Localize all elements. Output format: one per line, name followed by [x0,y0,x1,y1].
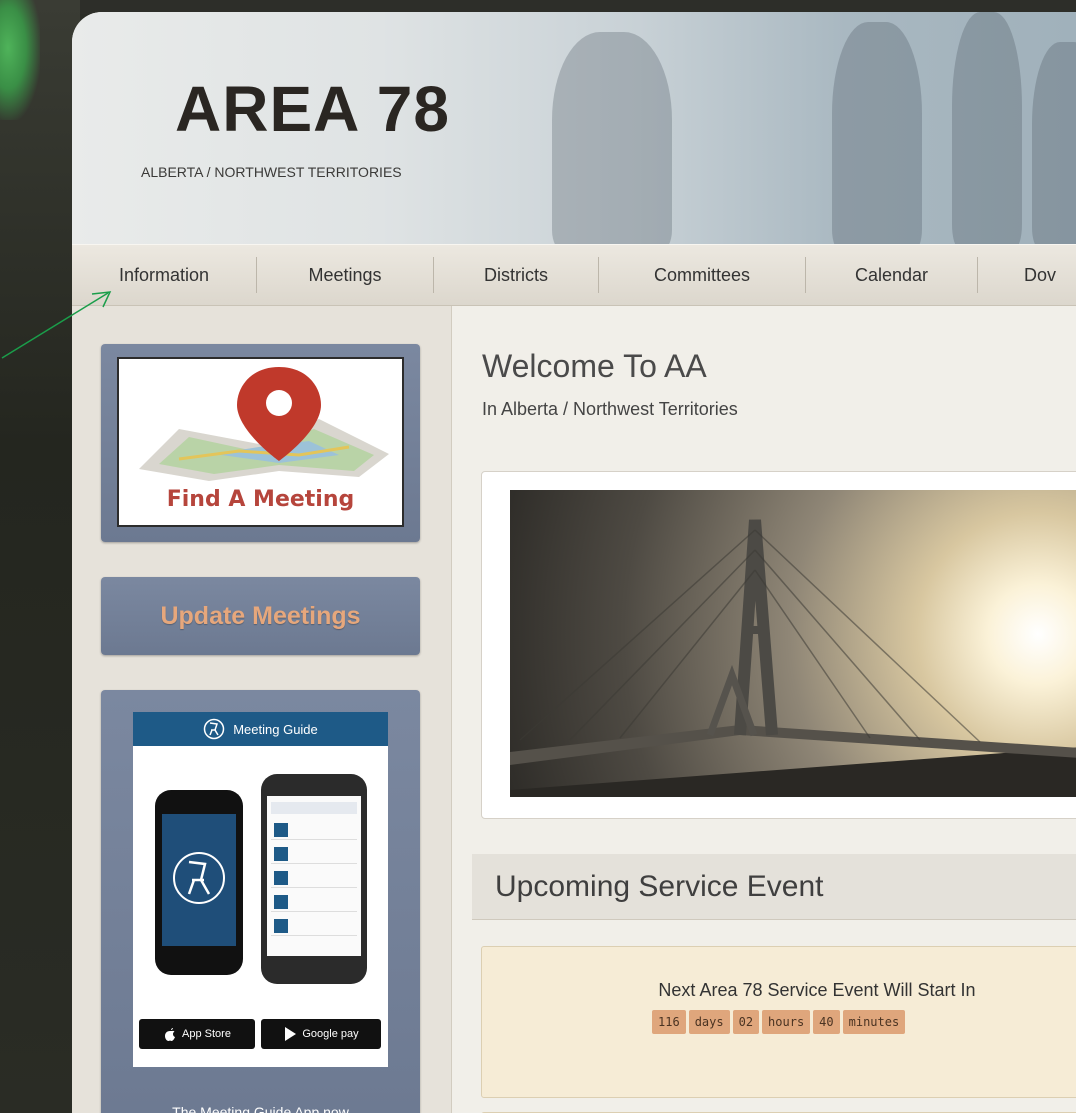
page-container: AREA 78 ALBERTA / NORTHWEST TERRITORIES … [72,12,1076,1113]
countdown-hours: 02 [732,1010,760,1034]
meeting-guide-title: Meeting Guide [233,721,318,737]
android-phone-image [261,774,367,984]
bridge-hero-image [510,490,1076,797]
meeting-guide-ad[interactable]: Meeting Guide App Store Google pay [133,712,388,1067]
folding-chair-icon [173,852,225,904]
background-left [0,0,80,1113]
apple-icon [165,1028,176,1041]
play-icon [285,1027,297,1041]
service-event-text: Next Area 78 Service Event Will Start In [658,980,976,1000]
meeting-guide-caption: The Meeting Guide App now [172,1104,349,1113]
nav-downloads[interactable]: Dov [978,257,1076,293]
header-silhouette [552,32,672,252]
upcoming-section-header: Upcoming Service Event [472,854,1076,920]
iphone-image [155,790,243,975]
find-meeting-widget[interactable]: Find A Meeting [101,344,420,542]
sidebar: Find A Meeting Update Meetings Meeting G… [72,306,452,1113]
meeting-guide-header: Meeting Guide [133,712,388,746]
countdown-minutes-label: minutes [842,1010,906,1034]
countdown-hours-label: hours [762,1010,811,1034]
google-play-label: Google pay [302,1028,359,1040]
countdown-days: 116 [652,1010,686,1034]
find-meeting-banner[interactable]: Find A Meeting [117,357,404,527]
main-nav: Information Meetings Districts Committee… [72,244,1076,306]
nav-calendar[interactable]: Calendar [806,257,978,293]
background-green-shape [0,0,40,120]
service-event-box: Next Area 78 Service Event Will Start In… [481,946,1076,1098]
upcoming-title: Upcoming Service Event [495,869,824,903]
nav-districts[interactable]: Districts [434,257,599,293]
header-silhouette [832,22,922,252]
find-meeting-label[interactable]: Find A Meeting [119,487,402,512]
header-silhouette [952,12,1022,248]
header-silhouette [1032,42,1076,248]
welcome-title: Welcome To AA [482,348,707,384]
site-title[interactable]: AREA 78 [175,72,450,146]
app-store-label: App Store [182,1028,231,1040]
map-pin-icon [139,367,389,481]
nav-meetings[interactable]: Meetings [257,257,434,293]
welcome-subtitle: In Alberta / Northwest Territories [482,399,738,419]
app-store-badge[interactable]: App Store [139,1019,255,1049]
countdown-days-label: days [688,1010,730,1034]
bridge-illustration [510,519,1076,797]
countdown-minutes: 40 [813,1010,840,1034]
google-play-badge[interactable]: Google pay [261,1019,381,1049]
hero-image-frame [481,471,1076,819]
folding-chair-icon [203,718,225,740]
site-header: AREA 78 ALBERTA / NORTHWEST TERRITORIES [72,12,1076,252]
meeting-guide-widget: Meeting Guide App Store Google pay The M… [101,690,420,1113]
event-countdown: 116 days 02 hours 40 minutes [652,1010,906,1034]
nav-committees[interactable]: Committees [599,257,806,293]
nav-information[interactable]: Information [72,257,257,293]
main-content: Welcome To AA In Alberta / Northwest Ter… [452,306,1076,1113]
update-meetings-button[interactable]: Update Meetings [101,577,420,655]
site-subtitle: ALBERTA / NORTHWEST TERRITORIES [141,164,402,180]
